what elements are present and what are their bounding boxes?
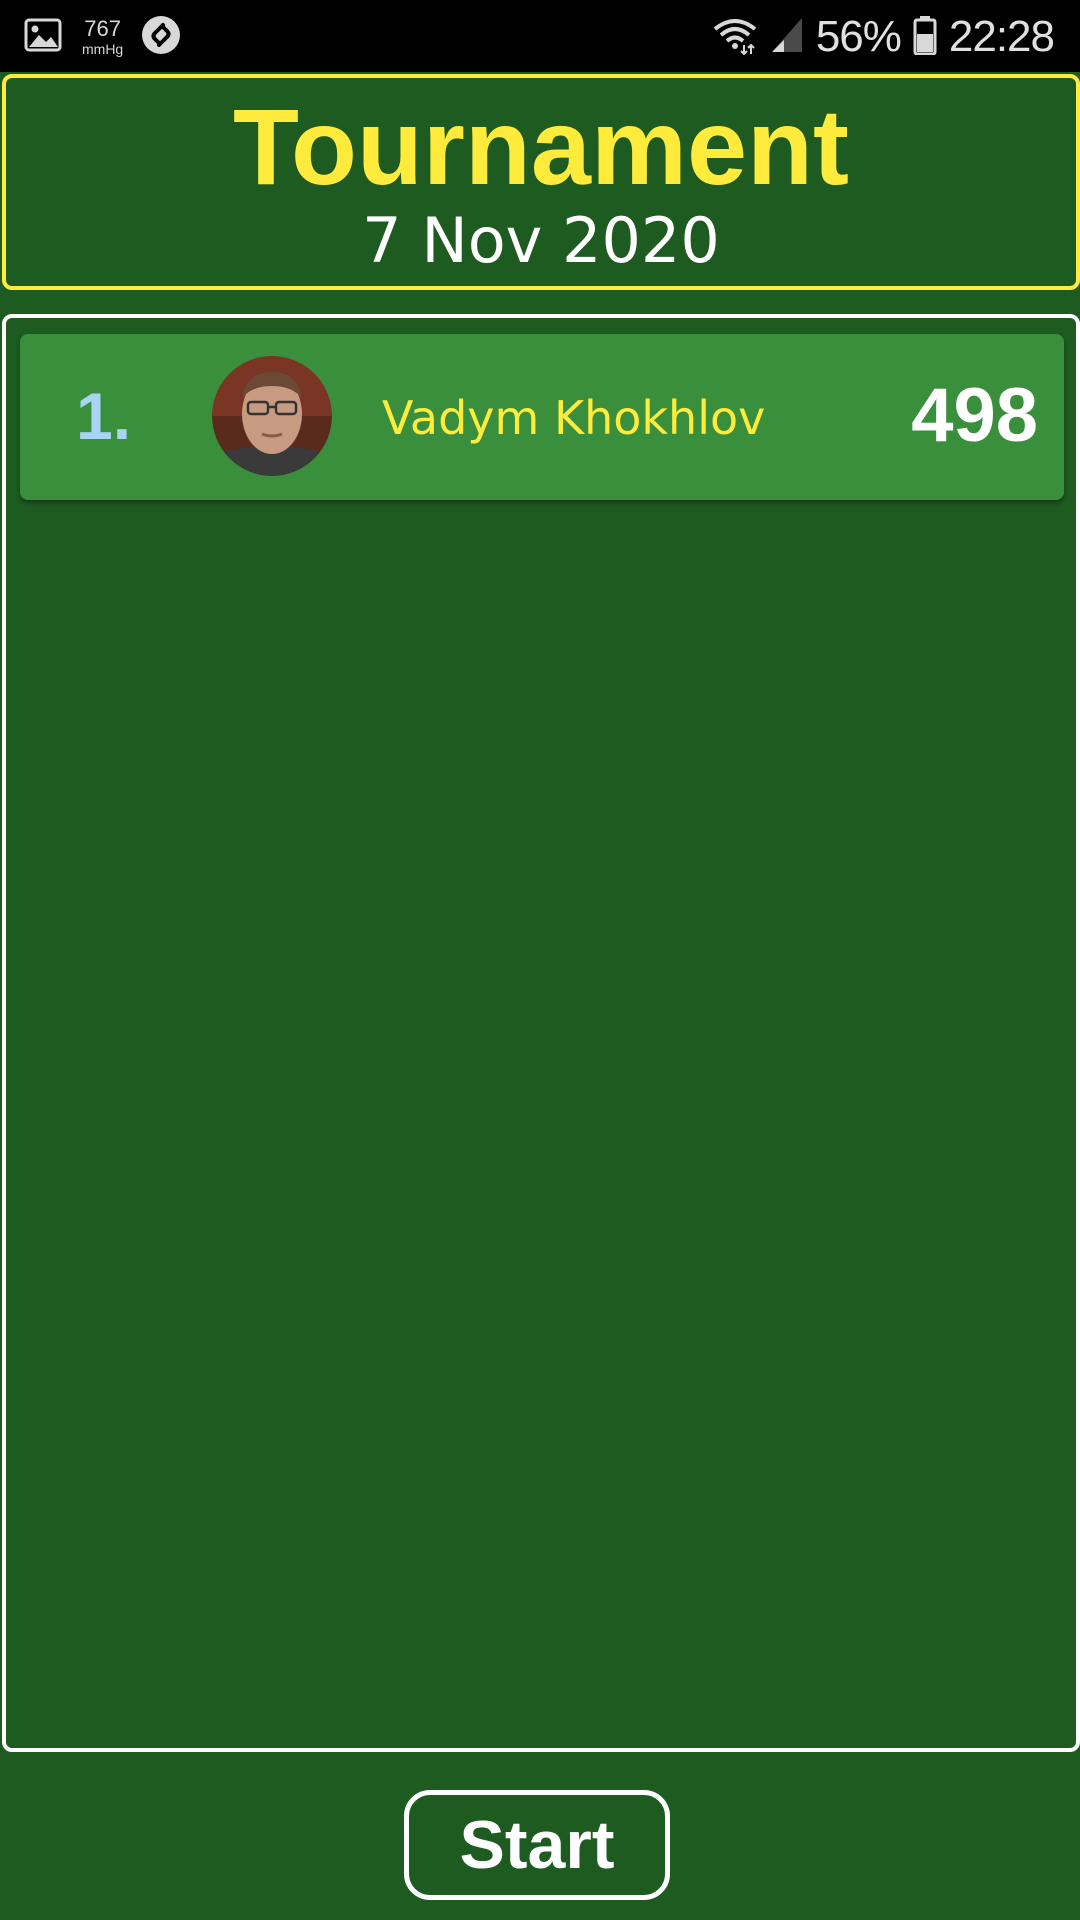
player-score: 498 [911,373,1038,458]
pressure-value: 767 [84,16,121,41]
start-button[interactable]: Start [404,1790,670,1900]
player-rank: 1. [76,379,132,453]
page-title: Tournament [233,86,849,207]
shazam-icon [141,15,181,59]
leaderboard-list[interactable]: 1. Vadym Khokhlov 498 [2,314,1080,1752]
leaderboard-row[interactable]: 1. Vadym Khokhlov 498 [20,334,1064,500]
status-right: 56% 22:28 [712,10,1055,64]
tournament-date: 7 Nov 2020 [362,204,720,277]
status-bar: 767 mmHg 56% 22:28 [0,0,1080,72]
clock: 22:28 [948,12,1055,61]
battery-percent: 56% [815,12,902,61]
signal-icon [770,16,804,58]
status-left: 767 mmHg [24,12,181,62]
player-name: Vadym Khokhlov [382,391,766,445]
wifi-icon [712,15,758,59]
player-avatar [212,356,332,476]
gallery-icon [24,17,64,57]
tournament-header: Tournament 7 Nov 2020 [2,74,1080,290]
battery-icon [913,15,937,59]
pressure-unit: mmHg [82,41,124,57]
pressure-indicator: 767 mmHg [82,16,124,57]
